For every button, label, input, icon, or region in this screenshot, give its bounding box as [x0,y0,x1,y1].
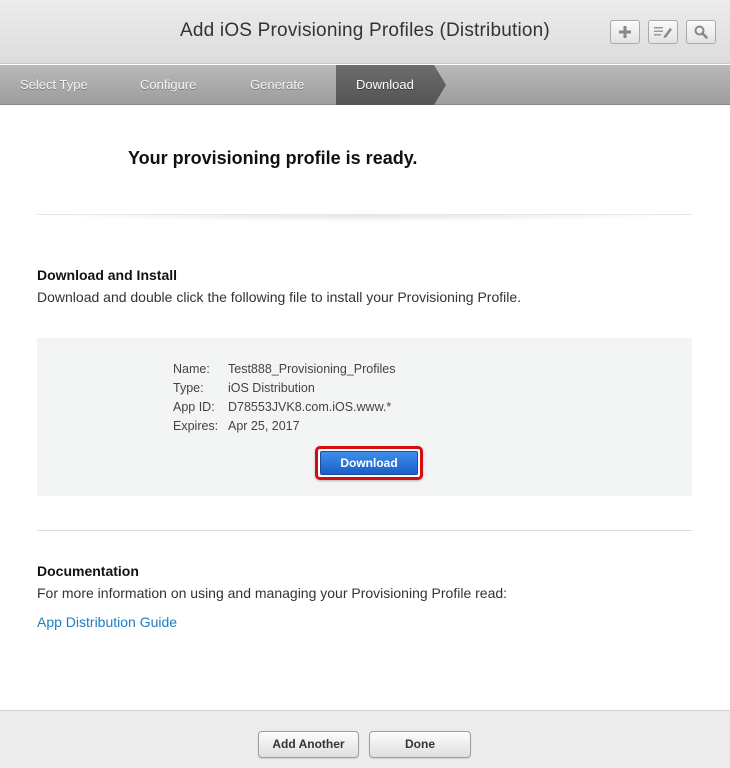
profile-expires-value: Apr 25, 2017 [228,419,300,433]
profile-appid-value: D78553JVK8.com.iOS.www.* [228,400,392,414]
add-button[interactable] [610,20,640,44]
search-button[interactable] [686,20,716,44]
edit-icon [654,27,672,38]
divider [37,214,692,222]
step-generate: Generate [250,77,305,92]
profile-name-value: Test888_Provisioning_Profiles [228,362,396,376]
header-toolbar [610,20,716,44]
download-install-heading: Download and Install [37,267,178,283]
step-progress-bar: Select Type Configure Generate Download [0,65,730,105]
step-download-active: Download [336,65,446,105]
profile-appid-row: App ID: D78553JVK8.com.iOS.www.* [173,400,391,414]
ready-heading: Your provisioning profile is ready. [128,148,418,168]
search-icon [694,25,708,39]
section-divider [37,530,692,531]
download-button-label: Download [320,451,418,475]
profile-name-row: Name: Test888_Provisioning_Profiles [173,362,395,376]
profile-expires-label: Expires: [173,419,219,433]
profile-type-row: Type: iOS Distribution [173,381,315,395]
download-button[interactable]: Download [315,446,423,480]
documentation-heading: Documentation [37,563,139,579]
profile-type-value: iOS Distribution [228,381,315,395]
documentation-text: For more information on using and managi… [37,585,508,601]
done-button[interactable]: Done [369,731,471,758]
plus-icon [619,26,631,38]
header-bar: Add iOS Provisioning Profiles (Distribut… [0,0,730,64]
download-install-text: Download and double click the following … [37,289,522,305]
add-another-button[interactable]: Add Another [258,731,359,758]
profile-type-label: Type: [173,381,204,395]
edit-button[interactable] [648,20,678,44]
step-download-label: Download [356,77,414,92]
profile-name-label: Name: [173,362,210,376]
step-select-type: Select Type [20,77,88,92]
footer-bar: Add Another Done [0,710,730,768]
profile-appid-label: App ID: [173,400,215,414]
profile-expires-row: Expires: Apr 25, 2017 [173,419,300,433]
app-distribution-guide-link[interactable]: App Distribution Guide [37,614,177,630]
step-configure: Configure [140,77,197,92]
profile-details-panel: Name: Test888_Provisioning_Profiles Type:… [37,338,692,496]
